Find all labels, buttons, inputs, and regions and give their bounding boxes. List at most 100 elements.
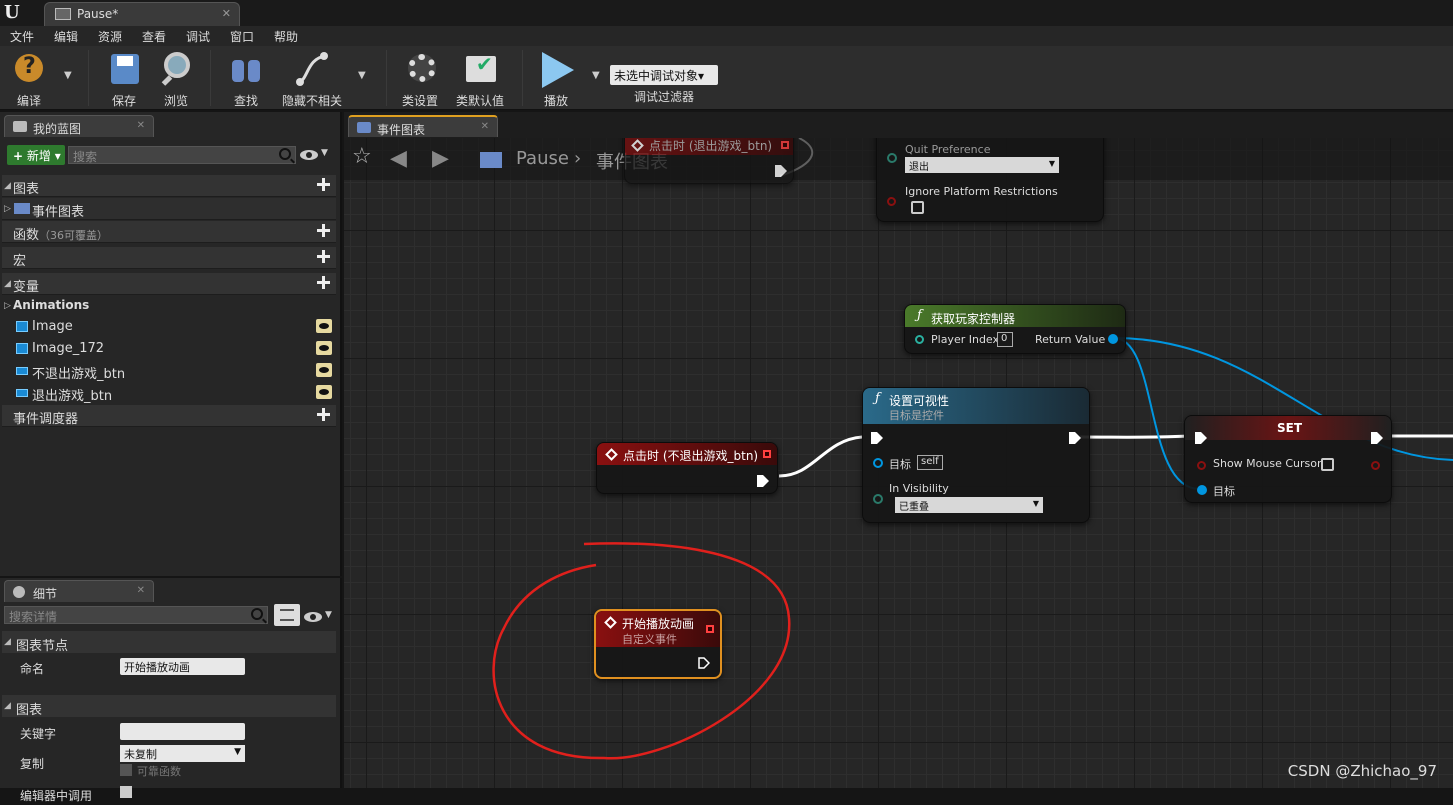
document-tab[interactable]: Pause* ✕ [44, 2, 240, 26]
class-defaults-button[interactable]: ✔ 类默认值 [452, 50, 508, 109]
bool-pin[interactable] [887, 197, 896, 206]
close-icon[interactable]: ✕ [481, 121, 489, 132]
property-matrix-icon[interactable] [274, 604, 300, 626]
exec-out-pin[interactable] [775, 165, 787, 177]
get-player-controller-node[interactable]: ƒ 获取玩家控制器 Player Index 0 Return Value [904, 304, 1126, 354]
debug-object-select[interactable]: 未选中调试对象▾ [610, 65, 718, 85]
delegate-pin[interactable] [781, 141, 789, 149]
view-options-eye-icon[interactable] [300, 150, 318, 160]
section-variables[interactable]: ◢ 变量 [2, 273, 336, 295]
variable-quit-btn[interactable]: 退出游戏_btn [2, 382, 336, 404]
quit-game-node[interactable]: Quit Preference 退出▼ Ignore Platform Rest… [876, 138, 1104, 222]
event-node-quit-click[interactable]: 点击时 (退出游戏_btn) [624, 138, 794, 184]
hide-unrelated-button[interactable]: 隐藏不相关 [280, 50, 344, 109]
compile-button[interactable]: ? 编译 [6, 50, 52, 109]
variable-no-quit-btn[interactable]: 不退出游戏_btn [2, 360, 336, 382]
play-options-dropdown[interactable]: ▼ [592, 70, 600, 81]
menu-debug[interactable]: 调试 [186, 28, 210, 45]
menu-asset[interactable]: 资源 [98, 28, 122, 45]
expand-arrow-icon: ▷ [4, 204, 11, 214]
exec-out-pin[interactable] [757, 475, 769, 487]
visibility-eye-icon[interactable] [316, 341, 332, 355]
category-graph-node[interactable]: ◢ 图表节点 [2, 631, 336, 653]
set-show-mouse-cursor-node[interactable]: SET Show Mouse Cursor 目标 [1184, 415, 1392, 503]
my-blueprint-tab[interactable]: 我的蓝图 ✕ [4, 115, 154, 137]
menu-help[interactable]: 帮助 [274, 28, 298, 45]
class-settings-button[interactable]: 类设置 [398, 50, 442, 109]
visibility-pin[interactable] [873, 494, 883, 504]
custom-event-node[interactable]: 开始播放动画 自定义事件 [594, 609, 722, 679]
find-button[interactable]: 查找 [224, 50, 268, 109]
event-graph-tab[interactable]: 事件图表 ✕ [348, 115, 498, 137]
breadcrumb-pause[interactable]: Pause [516, 148, 569, 169]
visibility-select[interactable]: 已重叠▼ [895, 497, 1043, 513]
close-icon[interactable]: ✕ [137, 120, 145, 131]
exec-out-pin[interactable] [698, 657, 710, 669]
save-button[interactable]: 保存 [102, 50, 146, 109]
view-options-dropdown[interactable]: ▼ [321, 148, 328, 158]
menu-window[interactable]: 窗口 [230, 28, 254, 45]
section-event-dispatchers[interactable]: 事件调度器 [2, 405, 336, 427]
keywords-input[interactable] [120, 723, 245, 740]
bool-pin[interactable] [1197, 461, 1206, 470]
menu-edit[interactable]: 编辑 [54, 28, 78, 45]
browse-button[interactable]: 浏览 [154, 50, 198, 109]
exec-in-pin[interactable] [1195, 432, 1207, 444]
graph-canvas[interactable]: ☆ ◀ ▶ Pause › 事件图表 点击时 (退出游戏_btn) Quit P… [344, 138, 1453, 788]
favorite-star-icon[interactable]: ☆ [352, 144, 372, 169]
return-value-pin[interactable] [1108, 334, 1118, 344]
show-mouse-cursor-checkbox[interactable] [1321, 458, 1334, 471]
compile-options-dropdown[interactable]: ▼ [64, 70, 72, 81]
event-graph-item[interactable]: ▷ 事件图表 [2, 198, 336, 220]
add-function-plus-icon[interactable] [316, 223, 330, 237]
add-variable-plus-icon[interactable] [316, 275, 330, 289]
exec-out-pin[interactable] [1371, 432, 1383, 444]
view-options-eye-icon[interactable] [304, 612, 322, 622]
event-node-no-quit-click[interactable]: 点击时 (不退出游戏_btn) [596, 442, 778, 494]
replication-select[interactable]: 未复制▼ [120, 745, 245, 762]
node-name-input[interactable]: 开始播放动画 [120, 658, 245, 675]
section-functions[interactable]: 函数（36可覆盖） [2, 221, 336, 243]
unreal-logo-icon[interactable]: U [4, 3, 24, 23]
add-new-button[interactable]: + 新增 ▾ [7, 145, 65, 165]
target-pin[interactable] [1197, 485, 1207, 495]
section-macros[interactable]: 宏 [2, 247, 336, 269]
menu-file[interactable]: 文件 [10, 28, 34, 45]
delegate-pin[interactable] [706, 625, 714, 633]
section-graphs[interactable]: ◢ 图表 [2, 175, 336, 197]
view-options-dropdown[interactable]: ▼ [325, 610, 332, 620]
visibility-eye-icon[interactable] [316, 363, 332, 377]
category-graph[interactable]: ◢ 图表 [2, 695, 336, 717]
quit-preference-select[interactable]: 退出▼ [905, 157, 1059, 173]
bool-out-pin[interactable] [1371, 461, 1380, 470]
visibility-eye-icon[interactable] [316, 319, 332, 333]
reliable-checkbox[interactable] [120, 764, 132, 776]
player-index-input[interactable]: 0 [997, 332, 1013, 347]
add-dispatcher-plus-icon[interactable] [316, 407, 330, 421]
forward-arrow-icon[interactable]: ▶ [432, 146, 449, 171]
player-index-pin[interactable] [915, 335, 924, 344]
variable-image-172[interactable]: Image_172 [2, 338, 336, 360]
target-pin[interactable] [873, 458, 883, 468]
variable-image[interactable]: Image [2, 316, 336, 338]
menu-view[interactable]: 查看 [142, 28, 166, 45]
my-blueprint-panel: 我的蓝图 ✕ + 新增 ▾ 搜索 ▼ ◢ 图表 ▷ 事件图表 函数（36可覆盖）… [0, 112, 342, 576]
hide-unrelated-dropdown[interactable]: ▼ [358, 70, 366, 81]
back-arrow-icon[interactable]: ◀ [390, 146, 407, 171]
blueprint-search-input[interactable]: 搜索 [68, 146, 296, 164]
add-graph-plus-icon[interactable] [316, 177, 330, 191]
details-tab[interactable]: 细节 ✕ [4, 580, 154, 602]
category-animations[interactable]: ▷ Animations [2, 295, 336, 317]
details-search-input[interactable]: 搜索详情 [4, 606, 268, 624]
ignore-restrictions-checkbox[interactable] [911, 201, 924, 214]
close-icon[interactable]: ✕ [222, 7, 231, 20]
delegate-pin[interactable] [763, 450, 771, 458]
player-pin[interactable] [887, 153, 897, 163]
visibility-eye-icon[interactable] [316, 385, 332, 399]
play-button[interactable]: 播放 [534, 50, 578, 109]
exec-out-pin[interactable] [1069, 432, 1081, 444]
add-macro-plus-icon[interactable] [316, 249, 330, 263]
close-icon[interactable]: ✕ [137, 585, 145, 596]
exec-in-pin[interactable] [871, 432, 883, 444]
set-visibility-node[interactable]: ƒ 设置可视性 目标是控件 目标 self In Visibility 已重叠▼ [862, 387, 1090, 523]
